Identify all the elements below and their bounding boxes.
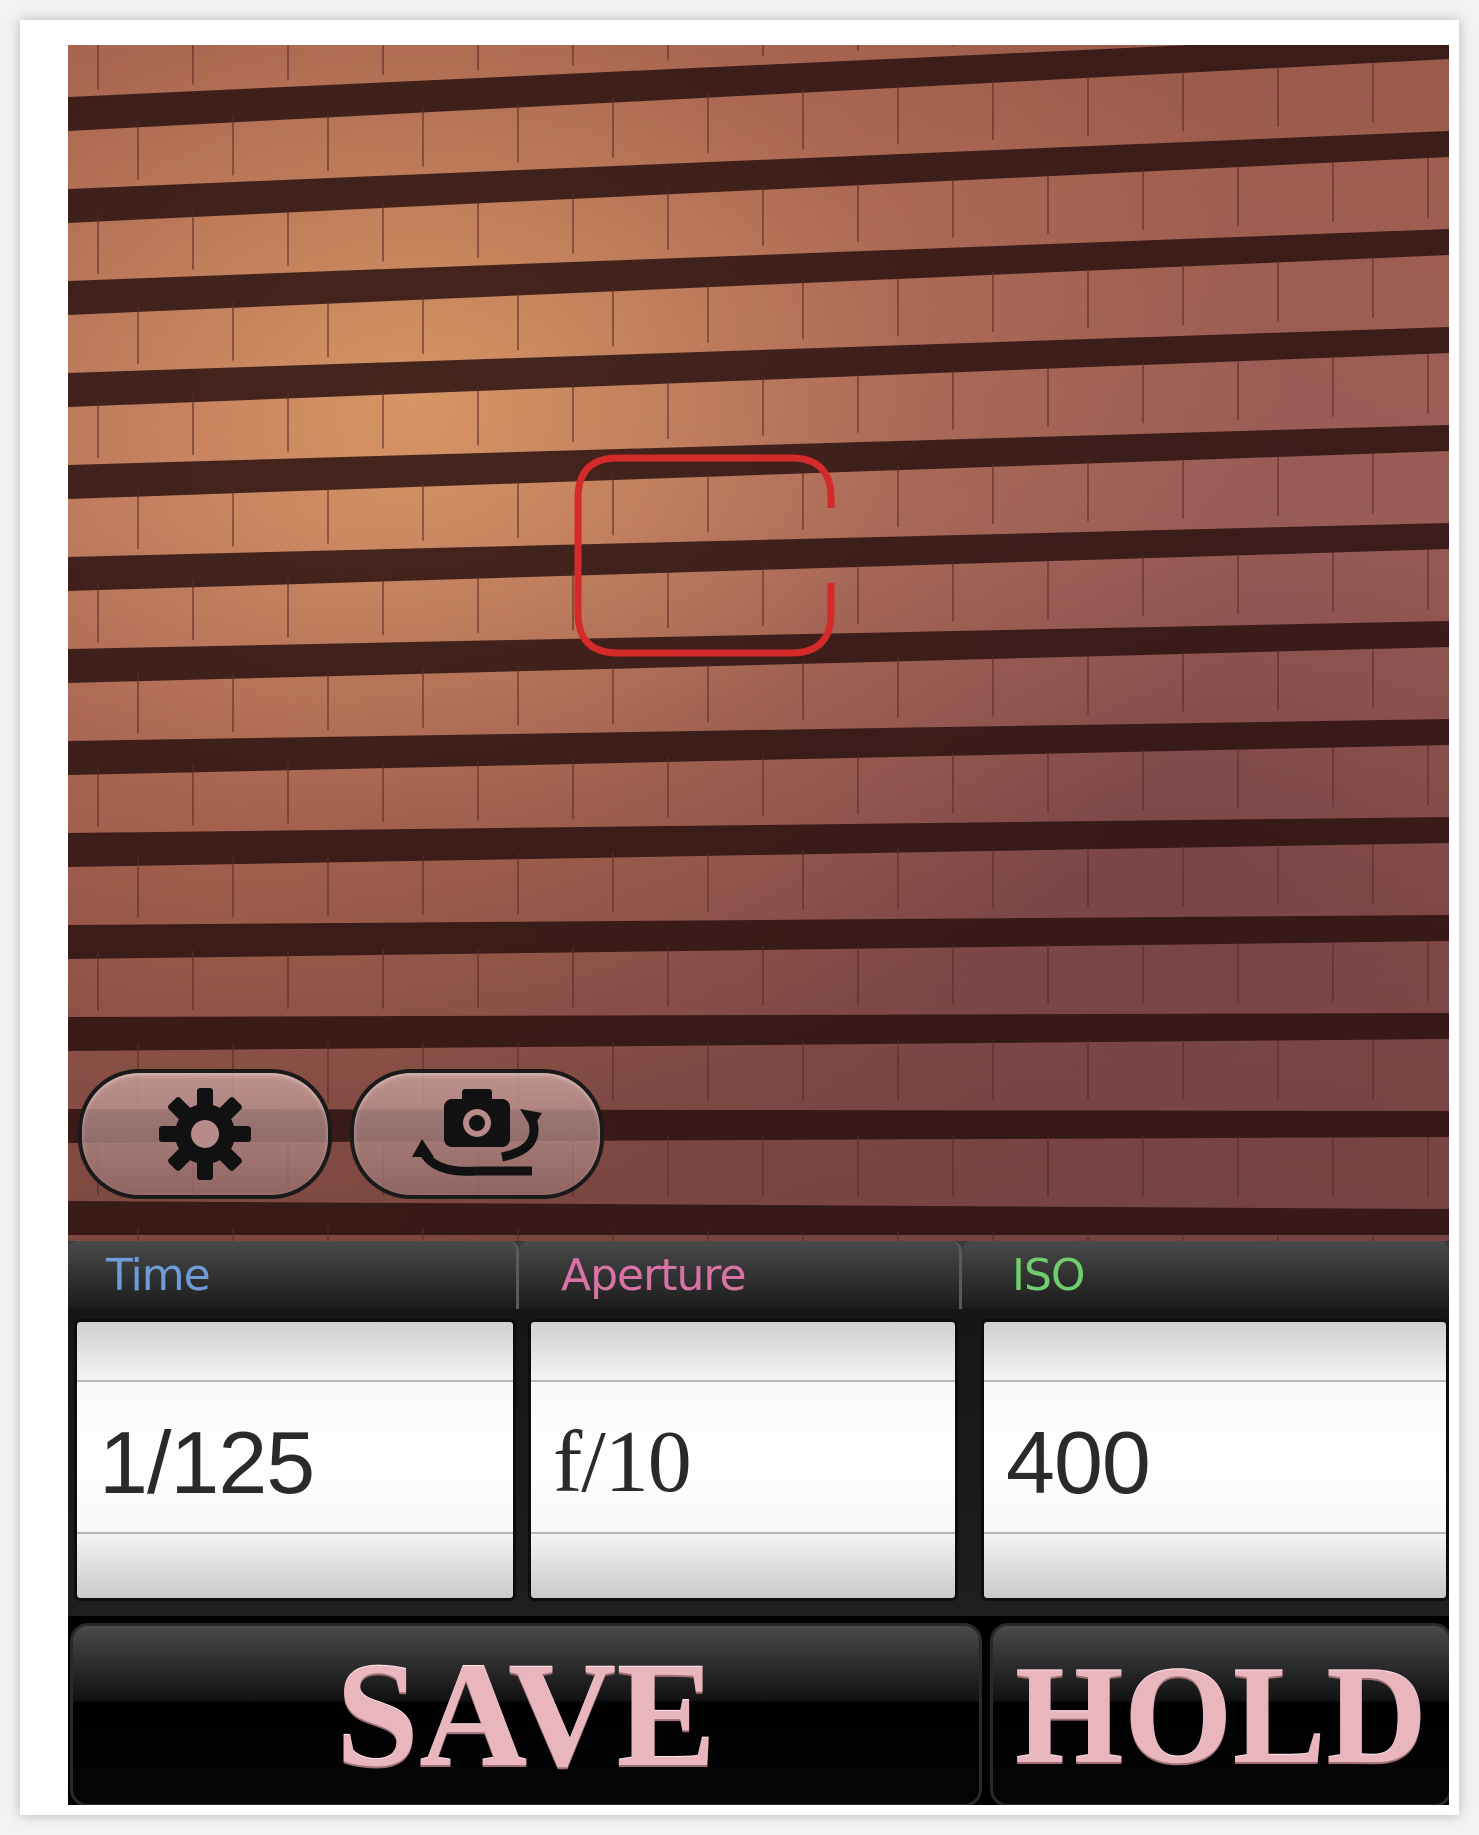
iso-label: ISO [1012, 1250, 1086, 1301]
camera-screen: Time Aperture ISO 1/125 f/10 400 SAVE HO… [68, 45, 1449, 1805]
iso-value: 400 [1006, 1413, 1151, 1512]
hold-button[interactable]: HOLD [990, 1623, 1449, 1805]
gear-icon [159, 1088, 251, 1180]
time-header: Time [68, 1241, 519, 1309]
save-button[interactable]: SAVE [70, 1623, 982, 1805]
time-wheel[interactable]: 1/125 [74, 1319, 516, 1601]
iso-wheel[interactable]: 400 [981, 1319, 1449, 1601]
viewfinder[interactable] [68, 45, 1449, 1241]
time-label: Time [106, 1250, 211, 1301]
iso-header: ISO [962, 1241, 1449, 1309]
aperture-value: f/10 [553, 1414, 692, 1511]
focus-indicator [574, 454, 835, 657]
aperture-header: Aperture [519, 1241, 962, 1309]
camera-switch-icon [412, 1089, 542, 1176]
aperture-label: Aperture [561, 1250, 747, 1301]
exposure-picker: Time Aperture ISO 1/125 f/10 400 [68, 1241, 1449, 1616]
switch-camera-button[interactable] [350, 1069, 604, 1199]
time-value: 1/125 [99, 1413, 315, 1512]
aperture-wheel[interactable]: f/10 [528, 1319, 958, 1601]
settings-button[interactable] [78, 1069, 332, 1199]
